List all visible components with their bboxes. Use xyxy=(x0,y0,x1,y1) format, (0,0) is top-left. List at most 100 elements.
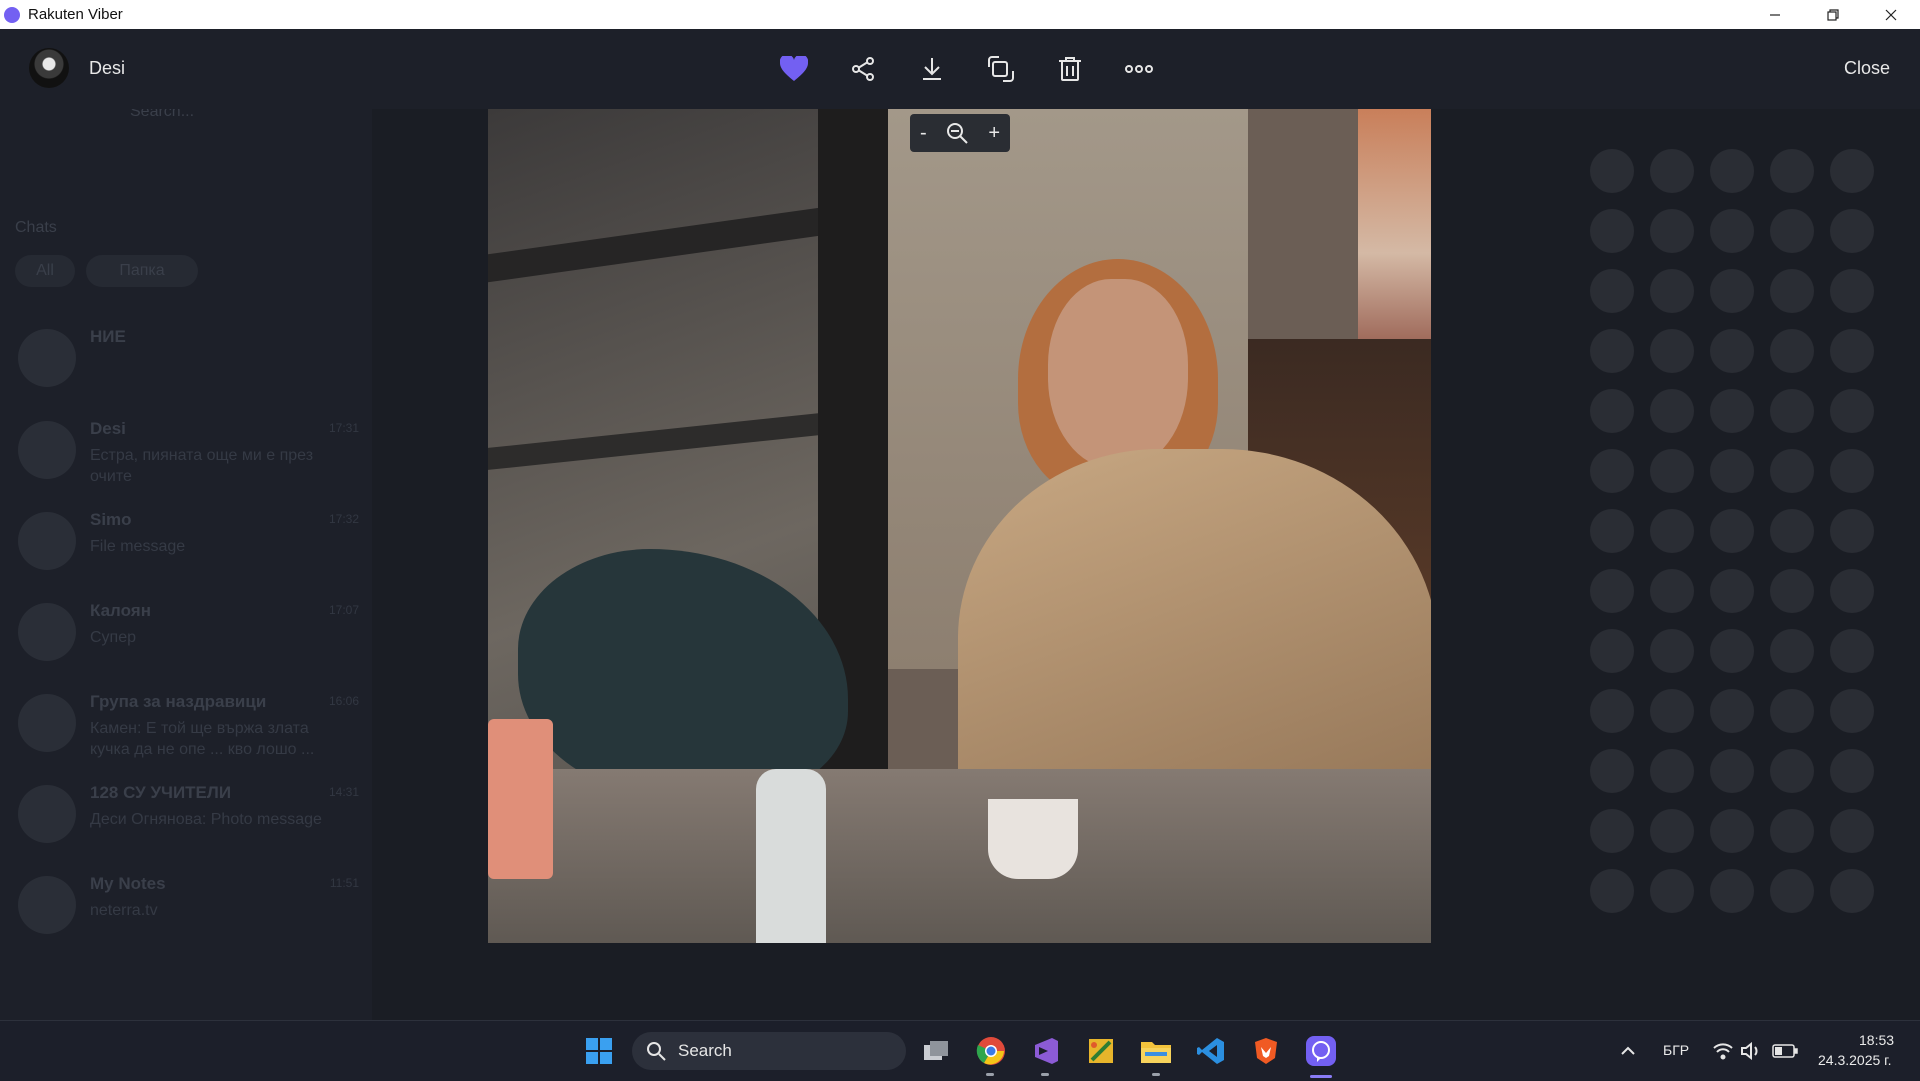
emoji-placeholder xyxy=(1710,749,1754,793)
share-icon xyxy=(852,57,874,81)
emoji-placeholder xyxy=(1830,869,1874,913)
chat-list-item: Desi 17:31 Естра, пияната още ми е през … xyxy=(12,407,367,491)
emoji-placeholder xyxy=(1770,269,1814,313)
emoji-placeholder xyxy=(1650,149,1694,193)
clock-date[interactable]: 24.3.2025 г. xyxy=(1818,1052,1891,1068)
running-indicator xyxy=(1152,1073,1160,1076)
brave-icon[interactable] xyxy=(1250,1035,1282,1067)
emoji-placeholder xyxy=(1770,509,1814,553)
running-indicator xyxy=(986,1073,994,1076)
media-toolbar xyxy=(776,51,1190,87)
emoji-placeholder xyxy=(1830,509,1874,553)
clock-time[interactable]: 18:53 xyxy=(1859,1032,1894,1048)
emoji-placeholder xyxy=(1590,809,1634,853)
emoji-placeholder xyxy=(1770,569,1814,613)
emoji-placeholder xyxy=(1590,629,1634,673)
filter-folder: Папка xyxy=(86,255,198,287)
chat-list-item: Група за наздравици 16:06 Камен: Е той щ… xyxy=(12,680,367,764)
emoji-placeholder xyxy=(1830,149,1874,193)
active-app-indicator xyxy=(1310,1075,1332,1078)
running-indicator xyxy=(1041,1073,1049,1076)
emoji-placeholder xyxy=(1710,269,1754,313)
restore-button[interactable] xyxy=(1804,0,1862,29)
photo-image[interactable] xyxy=(488,109,1431,943)
zoom-magnifier-icon xyxy=(947,123,969,144)
rotate-icon xyxy=(988,56,1014,82)
emoji-placeholder xyxy=(1590,209,1634,253)
emoji-placeholder xyxy=(1710,149,1754,193)
start-button[interactable] xyxy=(583,1035,615,1067)
emoji-placeholder xyxy=(1650,629,1694,673)
visual-studio-icon[interactable] xyxy=(1030,1035,1062,1067)
chat-list-item: НИЕ xyxy=(12,315,367,399)
emoji-placeholder xyxy=(1710,209,1754,253)
windows-taskbar: Search БГР 18:53 24.3.2025 г. xyxy=(0,1020,1920,1081)
task-view-icon[interactable] xyxy=(920,1035,952,1067)
emoji-placeholder xyxy=(1770,869,1814,913)
emoji-placeholder xyxy=(1830,809,1874,853)
file-explorer-icon[interactable] xyxy=(1140,1035,1172,1067)
search-icon xyxy=(647,1042,666,1061)
emoji-placeholder xyxy=(1650,209,1694,253)
emoji-placeholder xyxy=(1650,509,1694,553)
viber-app: Search... Chats All Папка НИЕ Desi 17:31… xyxy=(0,29,1920,1020)
emoji-placeholder xyxy=(1590,689,1634,733)
chat-list-item: My Notes 11:51 neterra.tv xyxy=(12,862,367,946)
close-window-button[interactable] xyxy=(1862,0,1920,29)
emoji-placeholder xyxy=(1830,209,1874,253)
emoji-placeholder xyxy=(1650,269,1694,313)
emoji-placeholder xyxy=(1710,809,1754,853)
emoji-placeholder xyxy=(1590,749,1634,793)
viber-app-icon xyxy=(4,6,20,23)
windows-logo-icon xyxy=(586,1038,612,1064)
emoji-placeholder xyxy=(1590,389,1634,433)
chrome-icon[interactable] xyxy=(975,1035,1007,1067)
window-title: Rakuten Viber xyxy=(28,6,123,23)
filter-all: All xyxy=(15,255,75,287)
emoji-placeholder xyxy=(1650,869,1694,913)
minimize-button[interactable] xyxy=(1746,0,1804,29)
emoji-placeholder xyxy=(1590,149,1634,193)
show-hidden-icons-icon[interactable] xyxy=(1612,1035,1644,1067)
viber-taskbar-icon[interactable] xyxy=(1305,1035,1337,1067)
search-label: Search xyxy=(678,1041,732,1060)
emoji-placeholder xyxy=(1710,509,1754,553)
emoji-placeholder xyxy=(1770,389,1814,433)
zoom-out-button[interactable]: - xyxy=(920,122,927,145)
language-indicator[interactable]: БГР xyxy=(1663,1042,1689,1058)
window-title-bar: Rakuten Viber xyxy=(0,0,1920,29)
emoji-placeholder xyxy=(1650,389,1694,433)
chat-sidebar-dimmed: Search... Chats All Папка НИЕ Desi 17:31… xyxy=(0,29,372,1020)
emoji-placeholder xyxy=(1590,869,1634,913)
chat-list-item: 128 СУ УЧИТЕЛИ 14:31 Деси Огнянова: Phot… xyxy=(12,771,367,855)
emoji-placeholder xyxy=(1590,269,1634,313)
emoji-placeholder xyxy=(1770,689,1814,733)
emoji-placeholder xyxy=(1710,869,1754,913)
emoji-placeholder xyxy=(1590,569,1634,613)
emoji-placeholder xyxy=(1830,389,1874,433)
rotate-button[interactable] xyxy=(983,51,1019,87)
close-viewer-button[interactable]: Close xyxy=(1844,58,1890,79)
emoji-placeholder xyxy=(1770,809,1814,853)
delete-button[interactable] xyxy=(1052,51,1088,87)
zoom-in-button[interactable]: + xyxy=(988,122,1000,145)
chat-list-item: Калоян 17:07 Супер xyxy=(12,589,367,673)
emoji-placeholder xyxy=(1650,689,1694,733)
taskbar-search[interactable]: Search xyxy=(632,1032,906,1070)
volume-icon[interactable] xyxy=(1735,1035,1767,1067)
emoji-placeholder xyxy=(1770,329,1814,373)
share-button[interactable] xyxy=(845,51,881,87)
emoji-placeholder xyxy=(1830,749,1874,793)
emoji-placeholder xyxy=(1710,449,1754,493)
emoji-placeholder xyxy=(1710,629,1754,673)
vscode-icon[interactable] xyxy=(1195,1035,1227,1067)
like-button[interactable] xyxy=(776,51,812,87)
battery-icon[interactable] xyxy=(1769,1035,1801,1067)
avatar[interactable] xyxy=(29,48,69,88)
more-button[interactable] xyxy=(1121,51,1157,87)
emoji-placeholder xyxy=(1710,329,1754,373)
emoji-placeholder xyxy=(1710,689,1754,733)
snipping-tool-icon[interactable] xyxy=(1085,1035,1117,1067)
download-button[interactable] xyxy=(914,51,950,87)
chats-header: Chats xyxy=(15,219,57,236)
